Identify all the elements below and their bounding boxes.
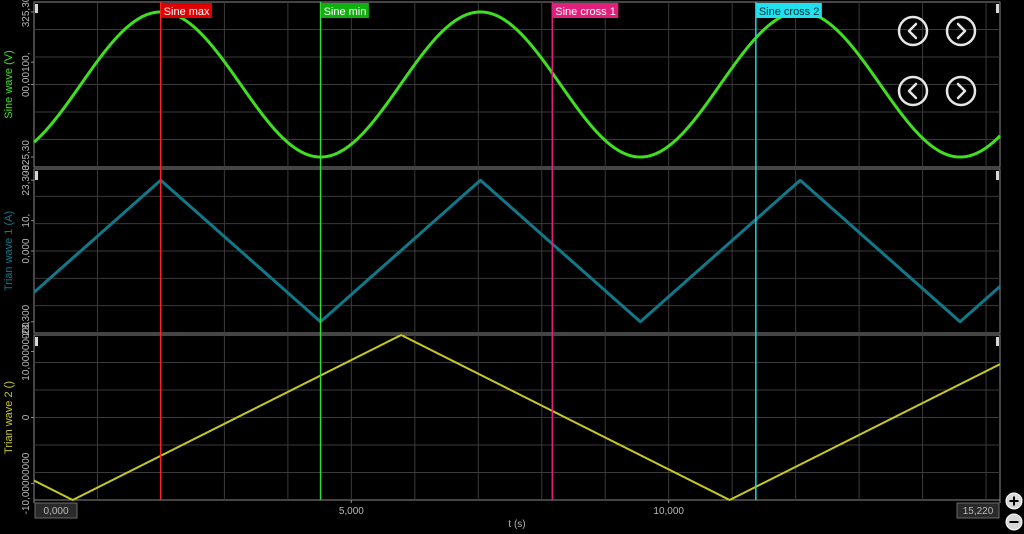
panel-resize-handle-right[interactable] bbox=[996, 171, 999, 180]
y-axis-label: Trian wave 2 () bbox=[3, 381, 15, 454]
chevron-left-icon bbox=[907, 82, 918, 100]
panel-2: 23,30010,0,000-23,300Trian wave 1 (A) bbox=[3, 165, 1001, 339]
x-axis-label: t (s) bbox=[508, 519, 525, 530]
panel-resize-handle-left[interactable] bbox=[35, 4, 38, 13]
cursor-label[interactable]: Sine max bbox=[164, 6, 210, 18]
x-tick-label: 5,000 bbox=[339, 506, 364, 517]
nav-right-2-button[interactable] bbox=[945, 75, 977, 107]
cursor-label[interactable]: Sine cross 2 bbox=[759, 6, 820, 18]
x-range-label[interactable]: 0,000 bbox=[43, 506, 68, 517]
chevron-right-icon bbox=[956, 22, 967, 40]
y-tick-label: 10, bbox=[21, 214, 32, 228]
nav-button-ring bbox=[945, 75, 977, 107]
y-tick-label: 00,00 bbox=[21, 72, 32, 97]
y-axis-label: Trian wave 1 (A) bbox=[3, 211, 15, 291]
chevron-right-icon bbox=[956, 82, 967, 100]
multi-channel-chart: 325,30100,00,00-325,30Sine wave (V)23,30… bbox=[3, 0, 1023, 531]
panel-resize-handle-left[interactable] bbox=[35, 337, 38, 346]
chevron-left-icon bbox=[907, 22, 918, 40]
zoom-in-button[interactable] bbox=[1005, 492, 1023, 510]
y-tick-label: 100, bbox=[21, 52, 32, 71]
y-tick-label: 325,30 bbox=[21, 0, 32, 27]
panel-1: 325,30100,00,00-325,30Sine wave (V) bbox=[3, 0, 1002, 174]
y-tick-label: 0,000 bbox=[21, 238, 32, 263]
x-range-label[interactable]: 15,220 bbox=[963, 506, 994, 517]
nav-right-1-button[interactable] bbox=[945, 15, 977, 47]
cursor-label[interactable]: Sine cross 1 bbox=[555, 6, 616, 18]
nav-button-ring bbox=[945, 15, 977, 47]
zoom-out-button[interactable] bbox=[1005, 513, 1023, 531]
panel-resize-handle-right[interactable] bbox=[996, 337, 999, 346]
zoom-controls bbox=[1005, 492, 1023, 531]
panels-layer: 325,30100,00,00-325,30Sine wave (V)23,30… bbox=[3, 0, 1002, 514]
cursor-label[interactable]: Sine min bbox=[324, 6, 367, 18]
x-tick-label: 10,000 bbox=[653, 506, 684, 517]
y-tick-label: 23,300 bbox=[21, 165, 32, 196]
y-axis-label: Sine wave (V) bbox=[3, 50, 15, 118]
y-tick-label: 10,00000000 bbox=[21, 322, 32, 381]
y-tick-label: 0 bbox=[21, 414, 32, 420]
y-tick-label: -10,00000000 bbox=[21, 452, 32, 514]
panel-3: 10,00000000 0 -10,00000000 Trian wave 2 () bbox=[3, 322, 1001, 514]
panel-resize-handle-right[interactable] bbox=[996, 4, 999, 13]
panel-resize-handle-left[interactable] bbox=[35, 171, 38, 180]
x-axis: t (s) 0,000 5,000 10,000 15,220 bbox=[33, 500, 1001, 530]
navigation-controls bbox=[897, 15, 977, 107]
